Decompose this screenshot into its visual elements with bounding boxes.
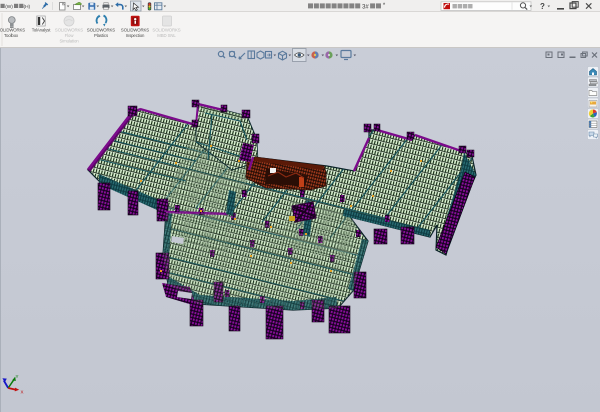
svg-text:Flow: Flow xyxy=(65,33,75,38)
svg-text:3#: 3# xyxy=(362,5,369,11)
svg-text:(W): (W) xyxy=(5,4,13,10)
svg-text:(H): (H) xyxy=(24,4,31,10)
svg-text:MBD SNL: MBD SNL xyxy=(157,33,176,38)
svg-text:SOLIDWORKS: SOLIDWORKS xyxy=(55,28,83,33)
svg-text:SOLIDWORKS: SOLIDWORKS xyxy=(152,28,180,33)
svg-text:Toolbox: Toolbox xyxy=(4,33,19,38)
svg-text:TolAnalyst: TolAnalyst xyxy=(32,28,51,33)
svg-text:SOLIDWORKS: SOLIDWORKS xyxy=(121,28,149,33)
svg-text:?: ? xyxy=(540,2,545,11)
svg-text:Simulation: Simulation xyxy=(59,39,79,44)
svg-text:Inspection: Inspection xyxy=(126,33,145,38)
svg-text:Y: Y xyxy=(16,374,19,379)
svg-text:Plastics: Plastics xyxy=(94,33,108,38)
svg-text:SOLIDWORKS: SOLIDWORKS xyxy=(87,28,115,33)
svg-text:SOLIDWORKS: SOLIDWORKS xyxy=(0,28,25,33)
svg-text:X: X xyxy=(21,390,24,395)
